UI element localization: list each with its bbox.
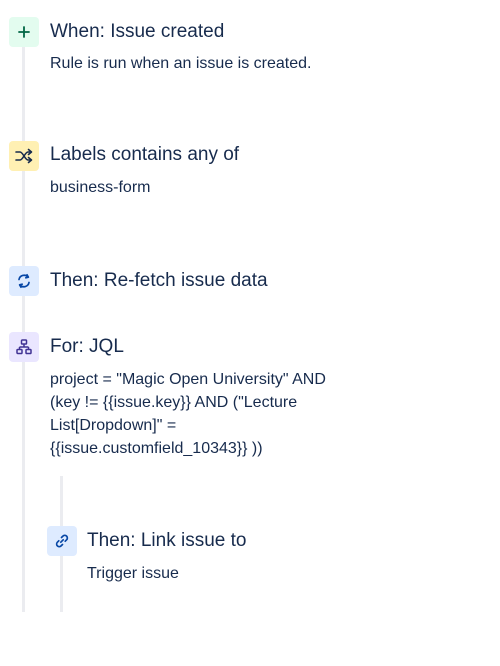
step-title: Then: Re-fetch issue data [50,270,268,291]
link-icon [47,526,77,556]
step-title: For: JQL [50,336,124,357]
rule-step-condition[interactable]: Labels contains any of business-form [0,126,500,216]
rule-step-branch[interactable]: For: JQL project = "Magic Open Universit… [0,320,500,470]
step-title: Then: Link issue to [87,530,247,551]
jql-line-4: {{issue.customfield_10343}} )) [50,440,263,457]
step-description: Rule is run when an issue is created. [50,55,312,72]
rule-step-link-issue[interactable]: Then: Link issue to Trigger issue [40,510,500,590]
step-title: Labels contains any of [50,144,240,165]
step-title: When: Issue created [50,21,225,42]
branch-icon [9,332,39,362]
shuffle-icon [9,141,39,171]
step-description: business-form [50,179,151,196]
jql-line-3: List[Dropdown]" = [50,417,177,434]
jql-line-2: (key != {{issue.key}} AND ("Lecture [50,394,298,411]
rule-step-refetch[interactable]: Then: Re-fetch issue data [0,250,500,310]
refresh-icon [9,266,39,296]
step-description: Trigger issue [87,565,179,582]
rule-step-trigger[interactable]: When: Issue created Rule is run when an … [0,0,500,90]
plus-icon [9,17,39,47]
jql-line-1: project = "Magic Open University" AND [50,371,326,388]
